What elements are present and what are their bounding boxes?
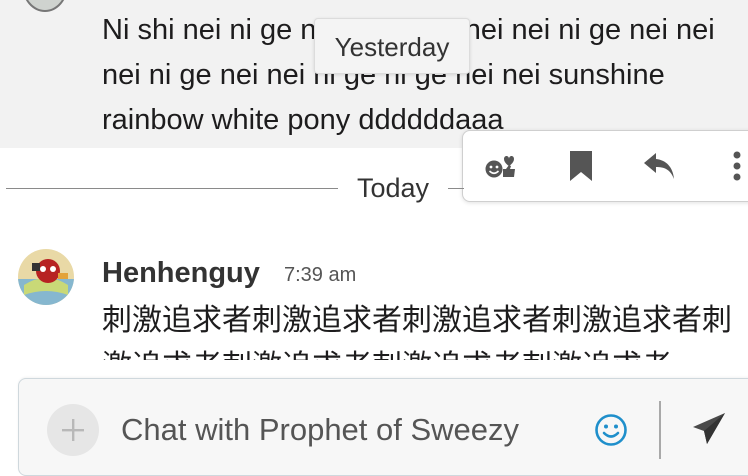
reply-icon xyxy=(644,153,674,179)
send-button[interactable] xyxy=(689,409,729,449)
reply-button[interactable] xyxy=(631,143,687,189)
previous-message-avatar[interactable] xyxy=(22,0,68,12)
more-options-button[interactable] xyxy=(709,143,748,189)
bookmark-icon xyxy=(570,151,592,181)
sender-name[interactable]: Henhenguy xyxy=(102,253,260,293)
date-divider-label: Today xyxy=(356,173,430,203)
message-text: 刺激追求者刺激追求者刺激追求者刺激追求者刺激追求者刺激追求者刺激追求者刺激追求者 xyxy=(102,304,732,360)
emoji-icon xyxy=(595,414,627,446)
add-attachment-button[interactable] xyxy=(47,404,99,456)
sender-avatar[interactable] xyxy=(18,249,74,305)
add-reaction-icon xyxy=(485,156,515,178)
message-input[interactable] xyxy=(119,405,583,455)
message-timestamp[interactable]: 7:39 am xyxy=(284,262,356,288)
date-tooltip: Yesterday xyxy=(314,18,470,74)
avatar-image xyxy=(18,249,74,305)
message-actions-toolbar xyxy=(462,130,748,202)
bookmark-button[interactable] xyxy=(553,143,609,189)
compose-separator xyxy=(659,401,661,459)
compose-box xyxy=(18,378,748,476)
more-options-icon xyxy=(733,151,741,181)
date-divider-line-left xyxy=(6,188,338,189)
send-icon xyxy=(693,413,725,444)
plus-icon xyxy=(62,419,84,441)
add-reaction-button[interactable] xyxy=(473,143,529,189)
emoji-button[interactable] xyxy=(592,411,630,449)
date-divider-line-right xyxy=(448,188,464,189)
